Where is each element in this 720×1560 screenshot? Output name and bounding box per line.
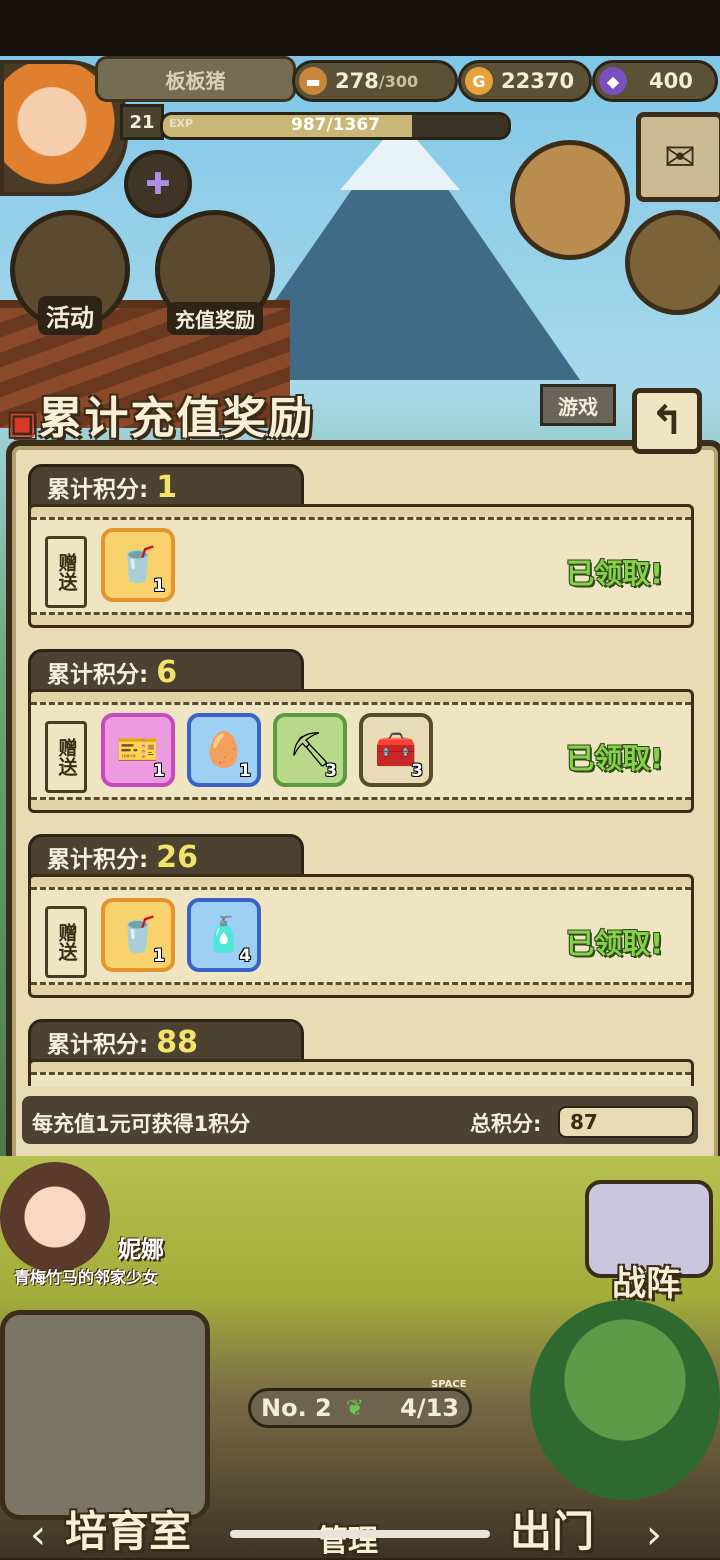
player-level-text: 21: [129, 111, 155, 133]
egg-icon[interactable]: 🥚 1: [187, 713, 261, 787]
room-number: No. 2: [261, 1394, 332, 1422]
reward-tier-card: 累计积分: 6 赠送 🎫 1 🥚 1 ⛏ 3 🧰 3 已领取!: [22, 645, 698, 817]
spray-bottle-icon[interactable]: 🧴 4: [187, 898, 261, 972]
gold-counter[interactable]: G 22370: [458, 60, 592, 102]
exp-value: 987/1367: [290, 115, 380, 135]
panel-title: ▣累计充值奖励: [8, 382, 315, 444]
map-scroll-icon[interactable]: [510, 140, 630, 260]
reward-item-count: 1: [153, 761, 165, 781]
tier-body: [28, 1059, 694, 1086]
activity-label: 活动: [38, 296, 102, 335]
player-level: 21: [120, 104, 164, 140]
tier-reward-row: 赠送 🥤 1 已领取!: [31, 517, 691, 615]
panel-title-text: 累计充值奖励: [38, 393, 315, 444]
game-tab-label: 游戏: [558, 394, 598, 419]
total-points-label: 总积分:: [470, 1112, 542, 1136]
tier-points-value: 88: [156, 1024, 198, 1060]
gift-label: 赠送: [45, 536, 87, 608]
chest-title-icon: ▣: [8, 406, 39, 441]
tier-points-value: 26: [156, 839, 198, 875]
exp-bar: EXP 987/1367: [160, 112, 511, 140]
nursery-building[interactable]: [0, 1310, 210, 1520]
tier-body: 赠送 🥤 1 🧴 4 已领取!: [28, 874, 694, 998]
tier-reward-row: [31, 1072, 691, 1086]
total-points-box: 87: [558, 1106, 694, 1138]
tier-points-label: 累计积分:: [47, 1032, 149, 1058]
gem-icon: ◆: [599, 67, 627, 95]
reward-item-count: 3: [325, 761, 337, 781]
energy-max: /300: [378, 71, 419, 91]
gold-value: 22370: [501, 69, 575, 93]
reward-item-count: 4: [239, 946, 251, 966]
player-name-text: 板板猪: [165, 68, 226, 93]
recharge-reward-label: 充值奖励: [167, 302, 263, 335]
tier-reward-row: 赠送 🥤 1 🧴 4 已领取!: [31, 887, 691, 985]
reward-tier-card: 累计积分: 1 赠送 🥤 1 已领取!: [22, 460, 698, 632]
nav-go-out[interactable]: 出门: [510, 1498, 594, 1559]
tier-points-label: 累计积分:: [47, 477, 149, 503]
reward-tier-list[interactable]: 累计积分: 1 赠送 🥤 1 已领取! 累计积分: 6 赠送 🎫 1 🥚 1 ⛏ 3 🧰 3 已领取! 累计积分: 2…: [22, 460, 698, 1086]
energy-value: 278: [335, 69, 379, 93]
energy-counter[interactable]: ▬ 278/300: [292, 60, 458, 102]
chevron-right-icon[interactable]: ›: [646, 1512, 662, 1558]
total-points-value: 87: [570, 1110, 598, 1134]
backpack-icon[interactable]: [625, 210, 720, 315]
claimed-status: 已领取!: [566, 742, 663, 775]
room-info: No. 2 ❦ SPACE 4/13: [248, 1379, 472, 1428]
reward-item-count: 3: [411, 761, 423, 781]
character-name: 妮娜: [118, 1237, 164, 1263]
claimed-status: 已领取!: [566, 927, 663, 960]
space-value: 4/13: [400, 1394, 459, 1422]
chest-icon[interactable]: 🧰 3: [359, 713, 433, 787]
ticket-icon[interactable]: 🎫 1: [101, 713, 175, 787]
reward-tier-card: 累计积分: 26 赠送 🥤 1 🧴 4 已领取!: [22, 830, 698, 1002]
tier-body: 赠送 🥤 1 已领取!: [28, 504, 694, 628]
reward-item-count: 1: [153, 946, 165, 966]
chevron-left-icon[interactable]: ‹: [30, 1512, 46, 1558]
claimed-status: 已领取!: [566, 557, 663, 590]
tier-points-label: 累计积分:: [47, 662, 149, 688]
potion-icon[interactable]: 🥤 1: [101, 528, 175, 602]
reward-item-count: 1: [153, 576, 165, 596]
tier-reward-row: 赠送 🎫 1 🥚 1 ⛏ 3 🧰 3 已领取!: [31, 702, 691, 800]
mail-icon[interactable]: ✉: [636, 112, 720, 202]
recharge-reward-button[interactable]: 充值奖励: [155, 210, 275, 335]
tier-points-label: 累计积分:: [47, 847, 149, 873]
gift-label: 赠送: [45, 906, 87, 978]
home-indicator: [230, 1530, 490, 1538]
gem-value: 400: [649, 69, 693, 93]
tier-points-value: 6: [156, 654, 178, 690]
character-description: 青梅竹马的邻家少女: [14, 1268, 159, 1287]
activity-button[interactable]: 活动: [10, 210, 130, 335]
sprout-icon: ❦: [345, 1395, 365, 1421]
nav-manage[interactable]: 管理: [318, 1516, 378, 1560]
character-portrait[interactable]: [0, 1162, 110, 1272]
top-strip: [0, 0, 720, 56]
team-formation-label[interactable]: 战阵: [612, 1256, 680, 1305]
buy-gems-button[interactable]: ✚: [124, 150, 192, 218]
reward-item-count: 1: [239, 761, 251, 781]
player-name: 板板猪: [95, 56, 296, 102]
pickaxe-icon[interactable]: ⛏ 3: [273, 713, 347, 787]
bread-icon: ▬: [299, 67, 327, 95]
footer-note: 每充值1元可获得1积分: [32, 1112, 251, 1136]
back-arrow-icon: ↰: [650, 398, 684, 444]
tree-graphic: [530, 1300, 720, 1500]
gift-label: 赠送: [45, 721, 87, 793]
nav-nursery[interactable]: 培育室: [65, 1498, 191, 1559]
reward-tier-card: 累计积分: 88: [22, 1015, 698, 1086]
back-button[interactable]: ↰: [632, 388, 702, 454]
tier-body: 赠送 🎫 1 🥚 1 ⛏ 3 🧰 3 已领取!: [28, 689, 694, 813]
tier-points-value: 1: [156, 469, 178, 505]
game-tab-button[interactable]: 游戏: [540, 384, 616, 426]
potion-icon[interactable]: 🥤 1: [101, 898, 175, 972]
space-label: SPACE: [431, 1379, 467, 1390]
gold-coin-icon: G: [465, 67, 493, 95]
gem-counter[interactable]: ◆ 400: [592, 60, 718, 102]
